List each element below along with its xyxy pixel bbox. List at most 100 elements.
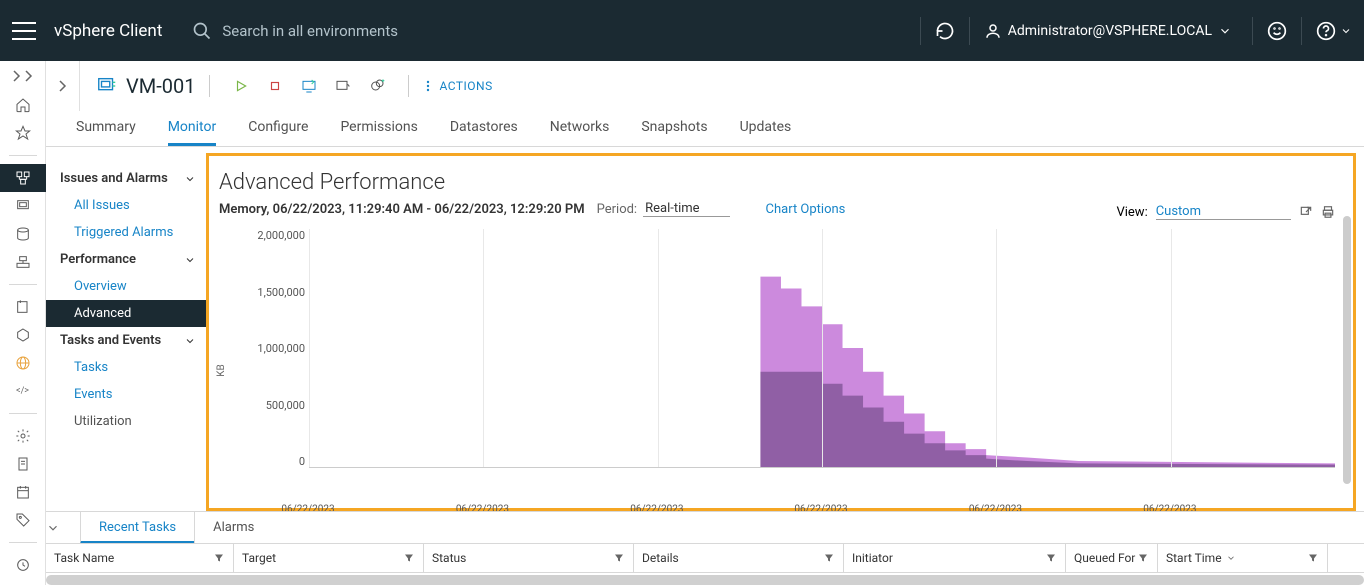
task-table-header: Task NameTargetStatusDetailsInitiatorQue… xyxy=(46,543,1364,573)
print-icon[interactable] xyxy=(1321,205,1335,219)
vm-name: VM-001 xyxy=(126,74,195,98)
vm-header: VM-001 ACTIONS xyxy=(80,61,493,111)
y-axis-label: KB xyxy=(216,364,227,377)
bottom-collapse-icon[interactable] xyxy=(46,521,80,535)
rail-global-icon[interactable] xyxy=(0,349,46,377)
search-input[interactable] xyxy=(222,22,522,40)
breadcrumb-expand-icon[interactable] xyxy=(46,61,80,111)
horizontal-scrollbar[interactable] xyxy=(46,575,1364,585)
rail-admin-icon[interactable] xyxy=(0,422,46,450)
rail-shortcut-icon[interactable] xyxy=(0,119,46,147)
rail-expand-icon[interactable] xyxy=(12,69,34,83)
rail-dev-icon[interactable]: </> xyxy=(0,377,46,405)
rail-vms-icon[interactable] xyxy=(0,192,46,220)
tree-item-utilization[interactable]: Utilization xyxy=(46,408,206,435)
search-wrap xyxy=(192,21,905,41)
tab-monitor[interactable]: Monitor xyxy=(168,119,217,146)
rail-network-icon[interactable] xyxy=(0,248,46,276)
tab-alarms[interactable]: Alarms xyxy=(194,512,272,544)
tree-group[interactable]: Issues and Alarms xyxy=(46,165,206,192)
chart-area: KB 2,000,0001,500,0001,000,000500,0000 0… xyxy=(219,229,1335,500)
chart-options-link[interactable]: Chart Options xyxy=(766,202,846,217)
tree-item-overview[interactable]: Overview xyxy=(46,273,206,300)
rail-hosts-icon[interactable] xyxy=(0,164,46,192)
tab-configure[interactable]: Configure xyxy=(248,119,308,146)
app-title: vSphere Client xyxy=(54,21,162,41)
column-header-task-name[interactable]: Task Name xyxy=(46,544,234,572)
chevron-down-icon xyxy=(1340,25,1352,37)
edit-settings-button[interactable] xyxy=(332,75,354,97)
tree-item-triggered-alarms[interactable]: Triggered Alarms xyxy=(46,219,206,246)
launch-console-button[interactable] xyxy=(298,75,320,97)
chevron-down-icon xyxy=(1218,24,1232,38)
user-name: Administrator@VSPHERE.LOCAL xyxy=(1008,23,1212,39)
filter-icon[interactable] xyxy=(1307,552,1319,564)
smiley-icon[interactable] xyxy=(1267,21,1287,41)
column-header-queued-for[interactable]: Queued For xyxy=(1066,544,1158,572)
x-tick: 06/22/2023,11:40:00 AM xyxy=(455,503,511,511)
view-select[interactable]: Custom xyxy=(1156,204,1291,220)
tree-item-tasks[interactable]: Tasks xyxy=(46,354,206,381)
x-tick: 06/22/2023,11:50:00 AM xyxy=(630,503,686,511)
actions-menu[interactable]: ACTIONS xyxy=(423,79,492,93)
filter-icon[interactable] xyxy=(403,552,415,564)
column-header-status[interactable]: Status xyxy=(424,544,634,572)
chart-subject: Memory, 06/22/2023, 11:29:40 AM - 06/22/… xyxy=(219,202,585,217)
tab-summary[interactable]: Summary xyxy=(76,119,136,146)
panel-title: Advanced Performance xyxy=(219,170,1335,195)
view-label: View: xyxy=(1116,205,1147,220)
power-off-button[interactable] xyxy=(264,75,286,97)
x-tick: 06/22/2023,12:10:00 PM xyxy=(968,503,1024,511)
chart-plot[interactable]: 06/22/2023,11:30:00 AM06/22/2023,11:40:0… xyxy=(309,229,1335,468)
tree-group[interactable]: Performance xyxy=(46,246,206,273)
x-tick: 06/22/2023,12:00:00 PM xyxy=(794,503,850,511)
filter-icon[interactable] xyxy=(1045,552,1057,564)
help-icon[interactable] xyxy=(1316,21,1352,41)
search-icon[interactable] xyxy=(192,21,212,41)
rail-events-icon[interactable] xyxy=(0,478,46,506)
rail-tags-icon[interactable] xyxy=(0,506,46,534)
y-tick: 500,000 xyxy=(266,399,305,412)
period-label: Period: xyxy=(597,202,637,217)
rail-home-icon[interactable] xyxy=(0,91,46,119)
tab-snapshots[interactable]: Snapshots xyxy=(641,119,707,146)
column-header-initiator[interactable]: Initiator xyxy=(844,544,1066,572)
tab-networks[interactable]: Networks xyxy=(550,119,610,146)
top-bar: vSphere Client Administrator@VSPHERE.LOC… xyxy=(0,0,1364,61)
panel-scrollbar[interactable] xyxy=(1343,216,1351,484)
rail-storage-icon[interactable] xyxy=(0,220,46,248)
hamburger-menu-icon[interactable] xyxy=(12,22,36,40)
x-tick: 06/22/2023,11:30:00 AM xyxy=(281,503,337,511)
column-header-details[interactable]: Details xyxy=(634,544,844,572)
filter-icon[interactable] xyxy=(613,552,625,564)
tab-datastores[interactable]: Datastores xyxy=(450,119,518,146)
rail-tasks-icon[interactable] xyxy=(0,450,46,478)
rail-workload-icon[interactable] xyxy=(0,321,46,349)
filter-icon[interactable] xyxy=(823,552,835,564)
tree-item-all-issues[interactable]: All Issues xyxy=(46,192,206,219)
tab-updates[interactable]: Updates xyxy=(740,119,792,146)
popout-icon[interactable] xyxy=(1299,205,1313,219)
vm-icon xyxy=(96,75,118,97)
rail-lifecycle-icon[interactable] xyxy=(0,551,46,579)
tab-recent-tasks[interactable]: Recent Tasks xyxy=(80,512,194,544)
y-tick: 2,000,000 xyxy=(257,229,305,242)
left-rail: </> xyxy=(0,61,46,585)
tree-item-advanced[interactable]: Advanced xyxy=(46,300,206,327)
column-header-start-time[interactable]: Start Time xyxy=(1158,544,1328,572)
snapshot-button[interactable] xyxy=(366,75,388,97)
user-menu[interactable]: Administrator@VSPHERE.LOCAL xyxy=(984,22,1238,40)
period-select[interactable]: Real-time xyxy=(643,201,729,217)
x-tick: 06/22/2023,12:20:00 PM xyxy=(1143,503,1199,511)
filter-icon[interactable] xyxy=(1137,552,1149,564)
rail-library-icon[interactable] xyxy=(0,293,46,321)
refresh-button[interactable] xyxy=(935,21,955,41)
column-header-target[interactable]: Target xyxy=(234,544,424,572)
power-on-button[interactable] xyxy=(230,75,252,97)
y-tick: 0 xyxy=(299,455,305,468)
tab-strip: Summary Monitor Configure Permissions Datast… xyxy=(46,111,1364,147)
tree-group[interactable]: Tasks and Events xyxy=(46,327,206,354)
tree-item-events[interactable]: Events xyxy=(46,381,206,408)
tab-permissions[interactable]: Permissions xyxy=(340,119,417,146)
filter-icon[interactable] xyxy=(213,552,225,564)
